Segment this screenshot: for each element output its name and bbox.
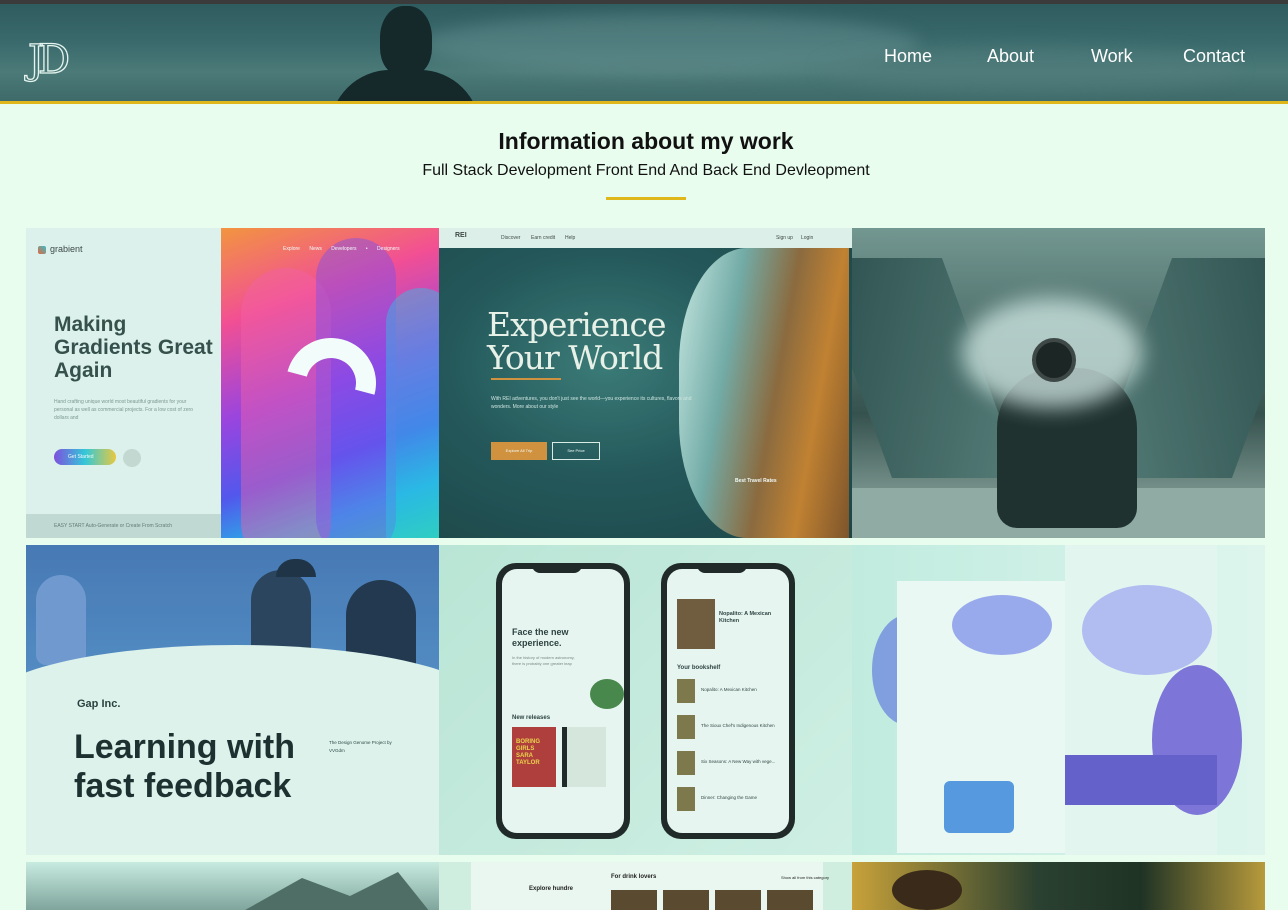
book-thumb: [677, 751, 695, 775]
gap-credit: The Design Genome Project by VVGdm: [329, 740, 392, 753]
rei-secondary-button: See Price: [552, 442, 600, 460]
site-header: JD Home About Work Contact: [0, 4, 1288, 101]
rei-link: Discover: [501, 235, 521, 241]
book-row-title: The Sioux Chef's Indigenous Kitchen: [701, 723, 775, 728]
work-tile-drinks[interactable]: Explore hundre For drink lovers Show all…: [439, 862, 852, 910]
drinks-title: For drink lovers: [611, 874, 657, 880]
isometric-illustration: [944, 781, 1014, 833]
book-thumb: [677, 679, 695, 703]
rei-text: With REI adventures, you don't just see …: [491, 396, 692, 410]
rei-logo: REI: [455, 232, 467, 239]
book-cover: [677, 599, 715, 649]
title-divider: [606, 197, 686, 200]
rei-link: Sign up: [776, 235, 793, 241]
decor-blob: [1082, 585, 1212, 675]
drinks-heading: Explore hundre: [529, 886, 574, 892]
grabient-button: Get Started: [54, 449, 116, 465]
bookshelf-label: Your bookshelf: [677, 665, 721, 671]
food-image: [767, 890, 813, 910]
work-tile-grabient[interactable]: grabient Making Gradients Great Again Ha…: [26, 228, 439, 538]
gap-brand: Gap Inc.: [77, 698, 121, 710]
illustration-figure: [36, 575, 86, 665]
work-tile-rei[interactable]: REI Discover Earn credit Help Sign up Lo…: [439, 228, 852, 538]
book-row-title: Nopalito: A Mexican Kitchen: [701, 687, 757, 692]
rei-link: Help: [565, 235, 576, 241]
book-title: BORING GIRLS SARA TAYLOR: [516, 739, 540, 766]
food-image: [715, 890, 761, 910]
nav-home[interactable]: Home: [884, 46, 932, 70]
camera-icon: [1032, 338, 1076, 382]
book-cover: [562, 727, 606, 787]
book-cover: BORING GIRLS SARA TAYLOR: [512, 727, 556, 787]
book-row-title: Dinner: Changing the Game: [701, 795, 758, 800]
food-image: [611, 890, 657, 910]
work-tile-landing-page[interactable]: [852, 545, 1265, 855]
rei-side-title: Best Travel Rates: [735, 478, 777, 484]
list-item: Dinner: Changing the Game: [677, 787, 781, 813]
rei-topbar: REI Discover Earn credit Help Sign up Lo…: [439, 228, 852, 248]
phone-screen: Nopalito: A Mexican Kitchen Your bookshe…: [667, 569, 789, 833]
rei-heading: Experience Your World: [487, 305, 666, 377]
phone-notch: [697, 563, 747, 573]
grabient-bar: EASY START Auto-Generate or Create From …: [26, 514, 221, 538]
section-title: Information about my work: [498, 128, 794, 154]
footer-band: [1065, 755, 1217, 805]
work-tile-photographer[interactable]: [852, 228, 1265, 538]
grabient-brand: grabient: [50, 244, 83, 254]
mountain-image: [206, 872, 439, 910]
logo-text: JD: [27, 37, 70, 83]
grabient-heading: Making Gradients Great Again: [54, 313, 213, 382]
list-item: The Sioux Chef's Indigenous Kitchen: [677, 715, 781, 741]
book-thumb: [677, 787, 695, 811]
work-tile-bookshelf[interactable]: Face the new experience. In the history …: [439, 545, 852, 855]
phone-notch: [532, 563, 582, 573]
section-subtitle: Full Stack Development Front End And Bac…: [422, 162, 870, 179]
phone-mockup: Face the new experience. In the history …: [496, 563, 630, 839]
play-icon: [123, 449, 141, 467]
site-logo[interactable]: JD: [27, 37, 86, 83]
phone-heading: Face the new experience.: [512, 627, 569, 648]
drinks-link: Show all from this category: [781, 875, 830, 880]
rei-link: Login: [801, 235, 814, 241]
book-title: Nopalito: A Mexican Kitchen: [719, 611, 772, 624]
list-item: Nopalito: A Mexican Kitchen: [677, 679, 781, 705]
gap-heading: Learning with fast feedback: [74, 728, 295, 805]
grabient-text: Hand crafting unique world most beautifu…: [54, 399, 193, 421]
phone-mockup: Nopalito: A Mexican Kitchen Your bookshe…: [661, 563, 795, 839]
people-image: [892, 870, 962, 910]
header-silhouette: [380, 6, 432, 76]
hero-illustration: [952, 595, 1052, 655]
rei-link: Earn credit: [531, 235, 556, 241]
nav-about[interactable]: About: [987, 46, 1034, 70]
nav-contact[interactable]: Contact: [1183, 46, 1245, 70]
list-item: Six Seasons: A New Way with vege...: [677, 751, 781, 777]
gradient-wave: [386, 288, 439, 538]
new-releases-label: New releases: [512, 715, 551, 721]
book-thumb: [677, 715, 695, 739]
grabient-logo-icon: [38, 246, 46, 254]
work-tile-mountains[interactable]: [26, 862, 439, 910]
plant-image: [590, 679, 624, 709]
coast-image: [679, 248, 849, 538]
phone-subtext: In the history of modern astronomy, ther…: [512, 655, 575, 666]
header-silhouette: [330, 70, 480, 101]
rei-primary-button: Explore All Trip: [491, 442, 547, 460]
grabient-nav: Explore News Developers • Designers: [283, 246, 400, 252]
work-tile-people[interactable]: [852, 862, 1265, 910]
food-image: [663, 890, 709, 910]
work-tile-gap[interactable]: Gap Inc. Learning with fast feedback The…: [26, 545, 439, 855]
rei-rule: [491, 378, 561, 380]
nav-work[interactable]: Work: [1091, 46, 1133, 70]
header-border: [0, 101, 1288, 104]
phone-screen: Face the new experience. In the history …: [502, 569, 624, 833]
book-row-title: Six Seasons: A New Way with vege...: [701, 759, 776, 764]
